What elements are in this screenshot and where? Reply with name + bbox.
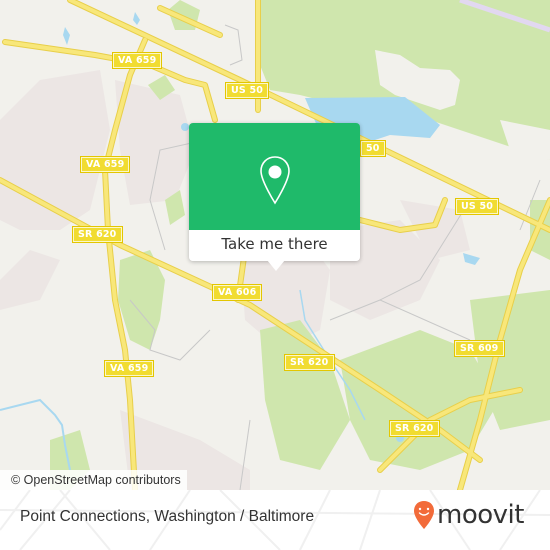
route-shield-va659: VA 659 (111, 52, 163, 69)
map-attribution[interactable]: © OpenStreetMap contributors (0, 470, 187, 490)
route-shield-va659: VA 659 (103, 360, 155, 377)
map-card: VA 659 US 50 VA 659 50 US 50 SR 620 VA 6… (0, 0, 550, 550)
route-shield-us50: US 50 (454, 198, 500, 215)
moovit-pin-logo-icon (414, 501, 434, 529)
take-me-there-button[interactable]: Take me there (189, 230, 360, 261)
popup-header (189, 123, 360, 230)
route-shield-va606: VA 606 (211, 284, 263, 301)
route-shield-sr620: SR 620 (72, 226, 123, 243)
location-popup: Take me there (189, 123, 360, 271)
route-shield-sr620: SR 620 (389, 420, 440, 437)
moovit-wordmark: moovit (437, 500, 524, 530)
route-shield-us50: 50 (360, 140, 386, 157)
route-shield-sr620: SR 620 (284, 354, 335, 371)
moovit-logo[interactable]: moovit (413, 500, 524, 530)
route-shield-us50: US 50 (224, 82, 270, 99)
map-pin-icon (260, 156, 290, 205)
place-title: Point Connections, Washington / Baltimor… (20, 508, 315, 525)
route-shield-va659: VA 659 (79, 156, 131, 173)
popup-pointer (267, 260, 285, 271)
footer-bar: Point Connections, Washington / Baltimor… (0, 490, 550, 550)
route-shield-sr609: SR 609 (454, 340, 505, 357)
